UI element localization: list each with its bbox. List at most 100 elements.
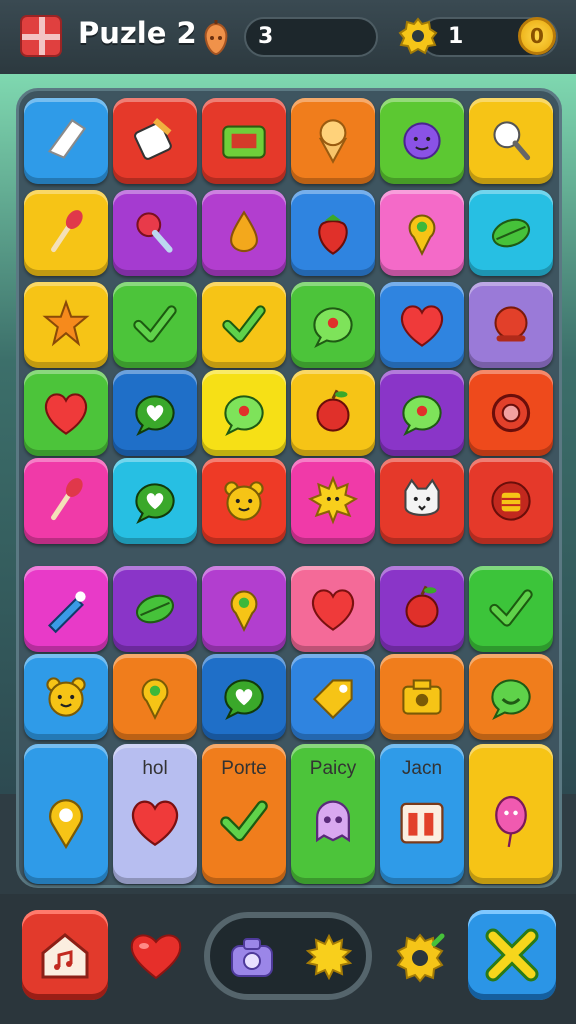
game-tile[interactable] <box>113 370 197 456</box>
game-tile-labeled[interactable]: hol <box>113 744 197 884</box>
chat-smile-icon <box>491 679 531 720</box>
moves-value: 3 <box>258 24 274 49</box>
score-value: 1 <box>448 24 464 49</box>
pin-icon <box>408 214 436 256</box>
bear-face-icon <box>46 677 86 717</box>
sun-icon[interactable] <box>306 934 352 980</box>
heart-icon <box>400 305 444 347</box>
game-tile[interactable] <box>291 98 375 184</box>
game-tile[interactable] <box>380 190 464 276</box>
game-tile[interactable] <box>469 282 553 368</box>
game-tile[interactable] <box>202 566 286 652</box>
game-tile[interactable] <box>24 98 108 184</box>
game-tile[interactable] <box>202 190 286 276</box>
apple-icon <box>316 389 350 432</box>
game-tile[interactable] <box>202 98 286 184</box>
sun-face-icon <box>307 475 359 525</box>
coin-icon: 0 <box>518 17 556 55</box>
strawberry-icon <box>318 214 348 255</box>
game-tile[interactable] <box>380 98 464 184</box>
level-title: Puzle 2 <box>78 16 197 50</box>
game-tile[interactable] <box>113 282 197 368</box>
game-tile[interactable] <box>24 654 108 740</box>
game-tile[interactable] <box>291 458 375 544</box>
game-tile-labeled[interactable]: Paicy <box>291 744 375 884</box>
game-tile[interactable] <box>380 566 464 652</box>
game-tile[interactable] <box>291 190 375 276</box>
drop-icon <box>230 210 258 253</box>
jar-icon <box>491 481 531 521</box>
game-tile[interactable] <box>469 98 553 184</box>
camera-icon[interactable] <box>228 934 276 980</box>
game-tile[interactable] <box>469 654 553 740</box>
tile-label: Jacn <box>401 758 443 779</box>
crayon-box-icon <box>134 117 172 160</box>
game-tile-labeled[interactable] <box>469 744 553 884</box>
gear-icon[interactable] <box>394 932 446 984</box>
leaf-icon <box>491 218 531 248</box>
eraser-icon <box>47 118 87 159</box>
home-button[interactable] <box>22 910 108 1000</box>
lollipop-icon <box>136 212 173 253</box>
ring-icon <box>491 393 531 433</box>
game-tile[interactable] <box>469 370 553 456</box>
game-tile[interactable] <box>24 190 108 276</box>
game-tile-labeled[interactable]: Jacn <box>380 744 464 884</box>
game-tile[interactable] <box>202 370 286 456</box>
heart-icon <box>131 800 179 847</box>
magnifier-face-icon <box>493 121 531 161</box>
game-tile[interactable] <box>24 370 108 456</box>
grape-face-icon <box>403 122 441 160</box>
chat-heart-icon <box>135 395 175 436</box>
game-tile[interactable] <box>291 566 375 652</box>
game-tile[interactable] <box>469 190 553 276</box>
brush-icon <box>51 210 83 253</box>
balloon-icon <box>495 795 527 848</box>
game-tile[interactable] <box>24 458 108 544</box>
game-tile-labeled[interactable]: Porte <box>202 744 286 884</box>
game-tile[interactable] <box>380 370 464 456</box>
chat-bubble-icon <box>402 395 442 436</box>
game-tile[interactable] <box>291 654 375 740</box>
cat-face-icon <box>404 478 440 516</box>
game-tile[interactable] <box>380 282 464 368</box>
chat-bubble-icon <box>313 307 353 348</box>
game-tile[interactable] <box>202 282 286 368</box>
gear-icon[interactable] <box>398 16 438 56</box>
game-tile[interactable] <box>202 654 286 740</box>
game-tile[interactable] <box>291 370 375 456</box>
camera-icon <box>402 679 442 715</box>
close-button[interactable] <box>468 910 556 1000</box>
game-tile-labeled[interactable] <box>24 744 108 884</box>
game-tile[interactable] <box>24 282 108 368</box>
game-tile[interactable] <box>380 458 464 544</box>
radio-icon <box>222 125 266 159</box>
chat-heart-icon <box>135 483 175 524</box>
game-tile[interactable] <box>113 190 197 276</box>
game-tile[interactable] <box>380 654 464 740</box>
game-tile[interactable] <box>291 282 375 368</box>
check-icon <box>220 800 268 842</box>
flag-icon[interactable] <box>20 15 62 57</box>
tile-label: Paicy <box>309 758 357 779</box>
game-tile[interactable] <box>24 566 108 652</box>
chat-heart-icon <box>224 679 264 720</box>
game-tile[interactable] <box>113 458 197 544</box>
game-tile[interactable] <box>469 458 553 544</box>
check-icon <box>222 305 266 343</box>
game-tile[interactable] <box>113 566 197 652</box>
heart-icon[interactable] <box>128 930 184 982</box>
tag-icon <box>312 679 353 720</box>
tile-label: hol <box>142 758 168 779</box>
moves-counter: 3 <box>244 17 378 57</box>
bear-face-icon <box>224 481 264 521</box>
game-tile[interactable] <box>113 654 197 740</box>
ghost-icon <box>316 800 350 843</box>
game-tile[interactable] <box>469 566 553 652</box>
leaf-icon <box>135 594 175 624</box>
location-icon <box>49 799 83 850</box>
game-tile[interactable] <box>113 98 197 184</box>
game-tile[interactable] <box>202 458 286 544</box>
acorn-icon <box>204 20 228 56</box>
home-icon <box>41 933 89 979</box>
